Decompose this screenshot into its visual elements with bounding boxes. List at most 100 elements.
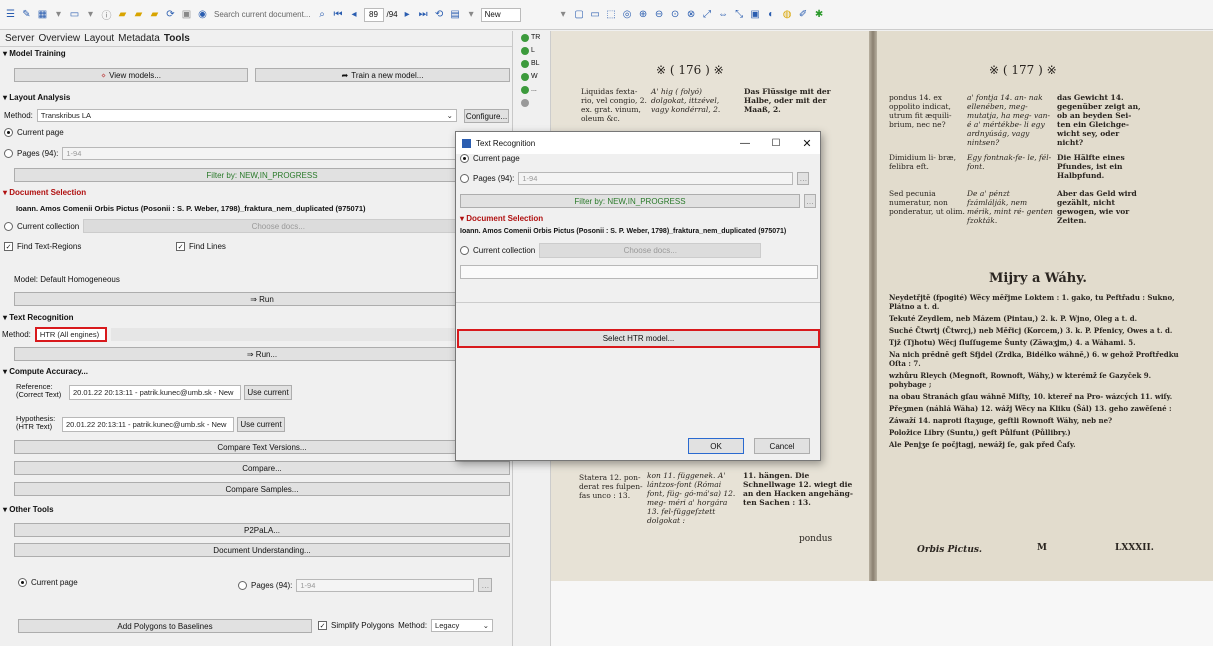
pages-radio[interactable] <box>4 149 13 158</box>
layer-item-tr[interactable]: TR <box>517 31 549 44</box>
current-page-radio[interactable] <box>18 578 27 587</box>
dialog-titlebar[interactable]: Text Recognition — ☐ ✕ <box>456 132 820 154</box>
section-model-training[interactable]: ▾ Model Training <box>0 47 512 60</box>
document-understanding-button[interactable]: Document Understanding... <box>14 543 510 557</box>
cancel-button[interactable]: Cancel <box>754 438 810 454</box>
zoom-in-icon[interactable]: ⊕ <box>637 8 650 21</box>
filter-button[interactable]: Filter by: NEW,IN_PROGRESS <box>460 194 800 208</box>
refresh-icon[interactable]: ⟳ <box>164 8 177 21</box>
filter-button[interactable]: Filter by: NEW,IN_PROGRESS <box>14 168 510 182</box>
palette-icon[interactable]: ◍ <box>781 8 794 21</box>
pages-input[interactable]: 1-94 <box>518 172 794 185</box>
tab-layout[interactable]: Layout <box>84 33 114 44</box>
section-document-selection[interactable]: ▾ Document Selection <box>0 186 86 199</box>
tab-metadata[interactable]: Metadata <box>118 33 160 44</box>
brush-icon[interactable]: ✐ <box>797 8 810 21</box>
find-regions-checkbox[interactable]: ✓ <box>4 242 13 251</box>
search-icon[interactable]: ⌕ <box>316 8 329 21</box>
pages-input[interactable]: 1-94 <box>296 578 475 592</box>
configure-button[interactable]: Configure... <box>464 109 509 123</box>
reference-select[interactable]: 20.01.22 20:13:11 - patrik.kunec@umb.sk … <box>69 385 241 400</box>
zoom-rect-icon[interactable]: ◎ <box>621 8 634 21</box>
la-method-select[interactable]: Transkribus LA ⌄ <box>36 109 457 122</box>
folder-icon[interactable]: ▰ <box>116 8 129 21</box>
current-collection-radio[interactable] <box>460 246 469 255</box>
dropdown-icon[interactable]: ▾ <box>52 8 65 21</box>
polygon-method-select[interactable]: Legacy ⌄ <box>431 619 494 632</box>
la-run-button[interactable]: ⇒ Run <box>14 292 510 306</box>
status-select[interactable]: New <box>480 7 521 22</box>
section-document-selection[interactable]: ▾ Document Selection <box>457 212 543 225</box>
reload-icon[interactable]: ⟲ <box>433 8 446 21</box>
fit-width-icon[interactable]: ▭ <box>589 8 602 21</box>
color-icon[interactable]: ◐ <box>765 8 778 21</box>
dlg-current-page-row[interactable]: Current page <box>460 154 520 163</box>
train-model-button[interactable]: ➦ Train a new model... <box>255 68 510 82</box>
choose-docs-button[interactable]: Choose docs... <box>539 243 762 258</box>
filter-more-button[interactable]: … <box>804 194 816 208</box>
dropdown-icon[interactable]: ▾ <box>557 8 570 21</box>
find-regions-row[interactable]: ✓ Find Text-Regions <box>4 242 81 251</box>
hypothesis-select[interactable]: 20.01.22 20:13:11 - patrik.kunec@umb.sk … <box>62 417 234 432</box>
section-compute-accuracy[interactable]: ▾ Compute Accuracy... <box>0 365 88 378</box>
zoom-out-icon[interactable]: ⊖ <box>653 8 666 21</box>
save-icon[interactable]: ◉ <box>196 8 209 21</box>
layer-item-bl[interactable]: BL <box>517 57 549 70</box>
table-icon[interactable]: ▦ <box>36 8 49 21</box>
section-text-recognition[interactable]: ▾ Text Recognition <box>0 311 74 324</box>
ot-current-page-row[interactable]: Current page <box>18 578 78 587</box>
layer-item-l[interactable]: L <box>517 44 549 57</box>
pages-radio[interactable] <box>238 580 247 590</box>
layer-item-more[interactable]: ... <box>517 83 549 96</box>
compare-button[interactable]: Compare... <box>14 461 510 475</box>
tab-server[interactable]: Server <box>5 33 34 44</box>
tab-tools[interactable]: Tools <box>164 33 190 44</box>
tab-overview[interactable]: Overview <box>38 33 80 44</box>
document-list[interactable] <box>460 265 818 279</box>
pages-more-button[interactable]: … <box>478 578 493 592</box>
dropdown-icon[interactable]: ▾ <box>84 8 97 21</box>
window-icon[interactable]: ▭ <box>68 8 81 21</box>
pages-radio[interactable] <box>460 174 469 183</box>
layer-item-extra[interactable] <box>517 96 549 109</box>
compare-text-versions-button[interactable]: Compare Text Versions... <box>14 440 510 454</box>
zoom-fit-icon[interactable]: ⊗ <box>685 8 698 21</box>
add-polygons-button[interactable]: Add Polygons to Baselines <box>18 619 312 633</box>
select-icon[interactable]: ⬚ <box>605 8 618 21</box>
folder-open-icon[interactable]: ▰ <box>148 8 161 21</box>
current-page-radio[interactable] <box>4 128 13 137</box>
collection-icon[interactable]: ▣ <box>180 8 193 21</box>
choose-docs-button[interactable]: Choose docs... <box>83 219 474 233</box>
section-layout-analysis[interactable]: ▾ Layout Analysis <box>0 91 70 104</box>
compare-samples-button[interactable]: Compare Samples... <box>14 482 510 496</box>
search-input[interactable]: Search current document... <box>212 10 313 19</box>
arrow-icon[interactable]: ⇔ <box>717 8 730 21</box>
save-page-icon[interactable]: ▤ <box>449 8 462 21</box>
edit-icon[interactable]: ✎ <box>20 8 33 21</box>
dropdown-icon[interactable]: ▾ <box>465 8 478 21</box>
image-icon[interactable]: ▣ <box>749 8 762 21</box>
current-collection-radio[interactable] <box>4 221 13 231</box>
page-number-input[interactable]: 89 <box>363 7 384 22</box>
plugin-icon[interactable]: ✱ <box>813 8 826 21</box>
hypothesis-use-current-button[interactable]: Use current <box>237 417 285 432</box>
section-other-tools[interactable]: ▾ Other Tools <box>0 503 54 516</box>
menu-icon[interactable]: ☰ <box>4 8 17 21</box>
last-page-icon[interactable]: ⏭ <box>417 8 430 21</box>
first-page-icon[interactable]: ⏮ <box>332 8 345 21</box>
simplify-checkbox[interactable]: ✓ <box>318 621 327 630</box>
folder-add-icon[interactable]: ▰ <box>132 8 145 21</box>
find-lines-checkbox[interactable]: ✓ <box>176 242 185 251</box>
la-current-page-row[interactable]: Current page <box>4 128 64 137</box>
collapse-icon[interactable]: ⤡ <box>733 8 746 21</box>
next-page-icon[interactable]: ▸ <box>401 8 414 21</box>
view-models-button[interactable]: ⋄ View models... <box>14 68 248 82</box>
info-icon[interactable]: ⓘ <box>100 8 113 22</box>
tr-method-select[interactable]: HTR (All engines) <box>34 327 107 342</box>
prev-page-icon[interactable]: ◂ <box>348 8 361 21</box>
maximize-icon[interactable]: ☐ <box>763 138 789 149</box>
pages-more-button[interactable]: … <box>797 172 810 185</box>
close-icon[interactable]: ✕ <box>794 137 820 150</box>
ok-button[interactable]: OK <box>688 438 744 454</box>
pages-input[interactable]: 1-94 <box>62 147 483 160</box>
